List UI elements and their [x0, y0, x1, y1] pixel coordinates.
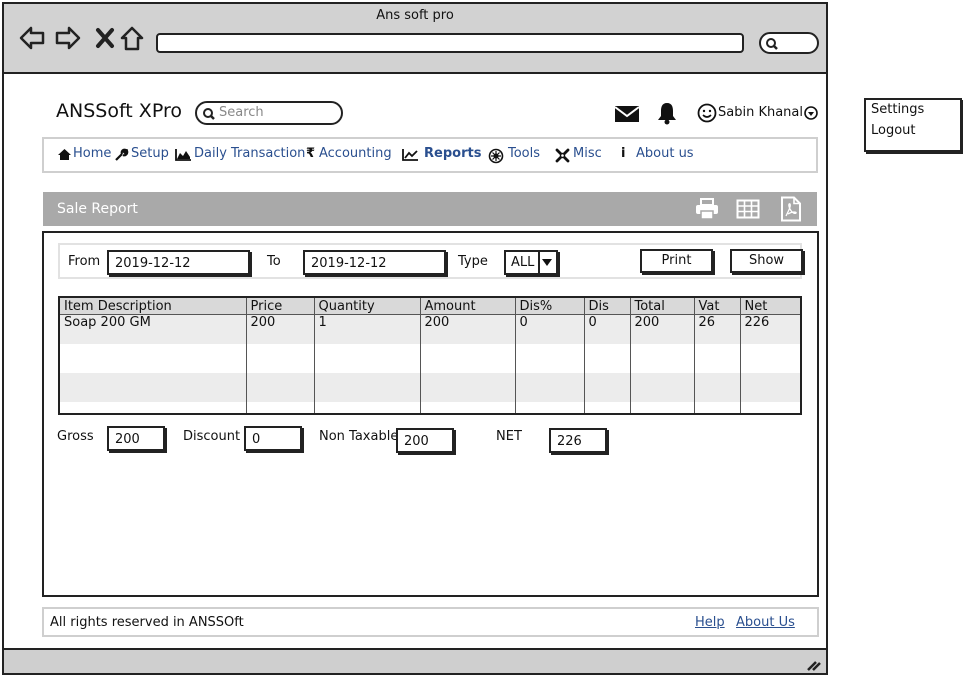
- table-cell: 200: [246, 314, 315, 344]
- menu-item-reports[interactable]: Reports: [424, 146, 481, 161]
- type-select[interactable]: ALL: [504, 250, 558, 275]
- search-icon: [203, 108, 215, 120]
- to-label: To: [267, 254, 281, 269]
- table-cell: 26: [694, 314, 741, 344]
- area-chart-icon: [175, 149, 191, 161]
- col-header-amount[interactable]: Amount: [420, 298, 516, 315]
- print-icon[interactable]: [695, 198, 719, 220]
- non-taxable-field[interactable]: 200: [396, 428, 454, 453]
- show-button[interactable]: Show: [730, 249, 803, 273]
- app-title: ANSSoft XPro: [56, 100, 182, 122]
- user-avatar-icon[interactable]: [697, 103, 717, 123]
- joomla-icon: [555, 148, 570, 163]
- table-cell: 0: [515, 314, 585, 344]
- table-row-empty: [60, 344, 800, 373]
- table-cell: 1: [314, 314, 421, 344]
- col-header-quantity[interactable]: Quantity: [314, 298, 421, 315]
- info-icon: i: [621, 146, 626, 161]
- footer-help-link[interactable]: Help: [695, 615, 725, 630]
- wrench-icon: [115, 148, 129, 161]
- gross-field[interactable]: 200: [107, 426, 165, 451]
- col-header-vat[interactable]: Vat: [694, 298, 741, 315]
- menu-item-logout[interactable]: Logout: [871, 123, 916, 138]
- cog-icon: [488, 148, 504, 164]
- non-taxable-label: Non Taxable: [319, 429, 399, 444]
- col-header-net[interactable]: Net: [740, 298, 800, 315]
- bell-icon[interactable]: [656, 101, 678, 125]
- forward-icon[interactable]: [54, 24, 82, 52]
- search-placeholder: Search: [219, 105, 264, 120]
- col-header-dis[interactable]: Dis: [584, 298, 631, 315]
- search-input[interactable]: Search: [195, 101, 343, 125]
- gross-label: Gross: [57, 429, 94, 444]
- discount-field[interactable]: 0: [244, 426, 302, 451]
- line-chart-icon: [402, 149, 418, 161]
- menu-item-misc[interactable]: Misc: [573, 146, 602, 161]
- window-title: Ans soft pro: [376, 8, 454, 23]
- home-icon: [58, 149, 71, 160]
- type-select-value: ALL: [511, 255, 535, 270]
- pdf-icon[interactable]: [780, 196, 802, 222]
- footer-copyright: All rights reserved in ANSSOft: [50, 615, 244, 630]
- table-row-empty: [60, 402, 800, 413]
- print-button[interactable]: Print: [640, 249, 713, 273]
- back-icon[interactable]: [18, 24, 46, 52]
- status-bar: [4, 648, 826, 673]
- search-icon: [766, 38, 778, 50]
- col-header-price[interactable]: Price: [246, 298, 315, 315]
- home-nav-icon[interactable]: [118, 24, 146, 52]
- sale-report-table: Item Description Price Quantity Amount D…: [58, 296, 802, 415]
- table-row-empty: [60, 373, 800, 402]
- menu-item-about-us[interactable]: About us: [636, 146, 694, 161]
- table-cell: 226: [740, 314, 800, 344]
- table-row[interactable]: Soap 200 GM 200 1 200 0 0 200 26 226: [60, 314, 800, 344]
- rupee-icon: ₹: [306, 146, 316, 161]
- col-header-dis-percent[interactable]: Dis%: [515, 298, 585, 315]
- discount-label: Discount: [183, 429, 241, 444]
- menu-item-accounting[interactable]: Accounting: [319, 146, 392, 161]
- table-cell: Soap 200 GM: [60, 314, 247, 344]
- resize-grip-icon[interactable]: [806, 658, 822, 672]
- from-label: From: [68, 254, 101, 269]
- table-cell: 200: [420, 314, 516, 344]
- menu-item-tools[interactable]: Tools: [508, 146, 540, 161]
- menu-item-daily-transaction[interactable]: Daily Transaction: [194, 146, 305, 161]
- net-label: NET: [496, 429, 522, 444]
- table-cell: 0: [584, 314, 631, 344]
- to-date-field[interactable]: 2019-12-12: [303, 250, 446, 275]
- table-header-row: Item Description Price Quantity Amount D…: [60, 298, 800, 315]
- col-header-item-description[interactable]: Item Description: [60, 298, 247, 315]
- col-header-total[interactable]: Total: [630, 298, 695, 315]
- net-field[interactable]: 226: [549, 428, 607, 453]
- chevron-down-icon: [542, 259, 552, 266]
- table-cell: 200: [630, 314, 695, 344]
- section-title: Sale Report: [57, 201, 138, 217]
- type-label: Type: [458, 254, 488, 269]
- user-name[interactable]: Sabin Khanal: [718, 105, 803, 120]
- table-export-icon[interactable]: [736, 199, 760, 219]
- browser-toolbar: Ans soft pro: [4, 4, 826, 74]
- menu-item-settings[interactable]: Settings: [871, 102, 924, 117]
- menu-item-setup[interactable]: Setup: [131, 146, 169, 161]
- from-date-field[interactable]: 2019-12-12: [107, 250, 250, 275]
- menu-item-home[interactable]: Home: [73, 146, 111, 161]
- browser-search[interactable]: [759, 32, 819, 54]
- mail-icon[interactable]: [614, 104, 640, 124]
- footer-about-link[interactable]: About Us: [736, 615, 795, 630]
- close-icon[interactable]: [92, 24, 120, 52]
- dropdown-circle-icon[interactable]: [804, 106, 818, 120]
- address-bar[interactable]: [156, 33, 744, 53]
- select-toggle[interactable]: [538, 252, 556, 273]
